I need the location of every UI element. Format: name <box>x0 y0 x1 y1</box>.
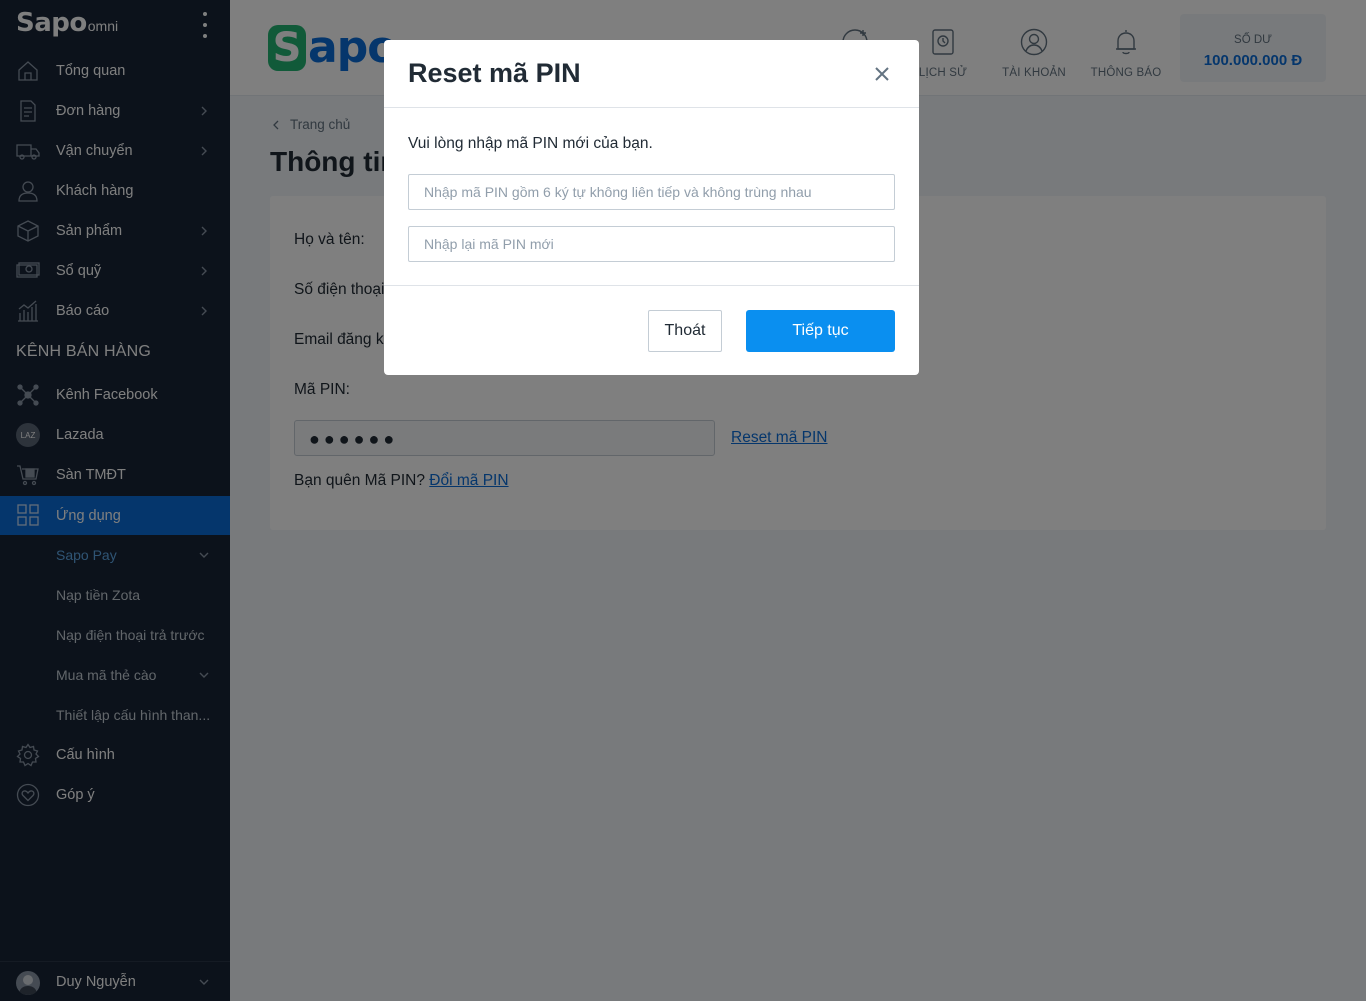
dialog-header: Reset mã PIN <box>384 40 919 108</box>
confirm-pin-input[interactable] <box>408 226 895 262</box>
new-pin-input[interactable] <box>408 174 895 210</box>
close-icon[interactable] <box>874 66 890 82</box>
dialog-description: Vui lòng nhập mã PIN mới của bạn. <box>408 135 653 152</box>
dialog-divider <box>384 285 919 286</box>
dialog-title: Reset mã PIN <box>408 58 581 88</box>
continue-button[interactable]: Tiếp tục <box>746 310 895 352</box>
cancel-button[interactable]: Thoát <box>648 310 722 352</box>
reset-pin-dialog: Reset mã PIN Vui lòng nhập mã PIN mới củ… <box>384 40 919 375</box>
